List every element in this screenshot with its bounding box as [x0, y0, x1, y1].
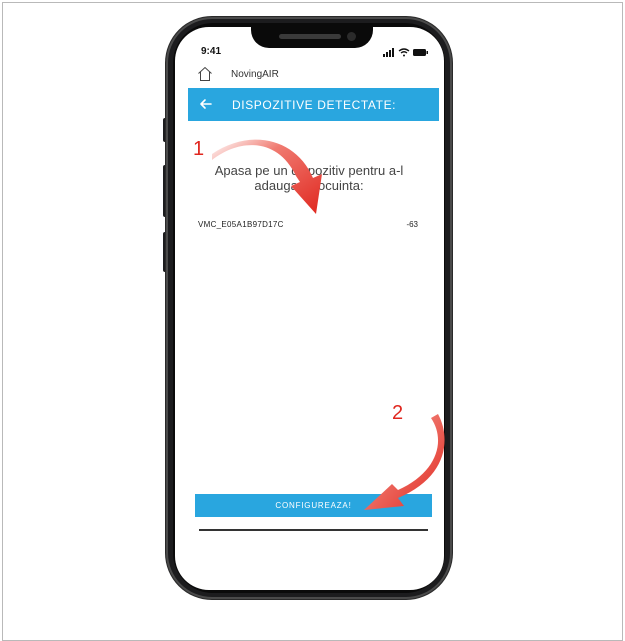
signal-icon [383, 48, 394, 57]
device-list-item[interactable]: VMC_E05A1B97D17C -63 [198, 220, 418, 234]
step-2-label: 2 [392, 402, 404, 424]
device-name: VMC_E05A1B97D17C [198, 220, 284, 229]
title-bar: DISPOZITIVE DETECTATE: [188, 88, 439, 121]
configure-button-label: CONFIGUREAZA! [275, 501, 352, 510]
wifi-icon [398, 48, 410, 57]
notch [251, 27, 373, 48]
page-title: DISPOZITIVE DETECTATE: [232, 98, 397, 112]
home-indicator [199, 529, 428, 531]
speaker-grille [279, 34, 341, 39]
configure-button[interactable]: CONFIGUREAZA! [195, 494, 432, 517]
step-1-label: 1 [193, 138, 205, 160]
front-camera [347, 32, 356, 41]
app-header: NovingAIR [175, 63, 444, 85]
app-name: NovingAIR [231, 69, 279, 80]
device-signal-strength: -63 [406, 220, 418, 229]
instruction-text: Apasa pe un dispozitiv pentru a-l adauga… [189, 163, 429, 193]
battery-icon [413, 49, 428, 56]
back-arrow-icon[interactable] [199, 97, 213, 111]
phone-screen: 9:41 NovingAIR DISPOZITIVE DETECTATE: Ap… [175, 27, 444, 590]
home-icon[interactable] [197, 66, 213, 82]
status-time: 9:41 [201, 46, 222, 57]
status-icons [383, 48, 428, 57]
instruction-line-2: adauga la locuinta: [254, 178, 364, 193]
instruction-line-1: Apasa pe un dispozitiv pentru a-l [214, 163, 404, 178]
